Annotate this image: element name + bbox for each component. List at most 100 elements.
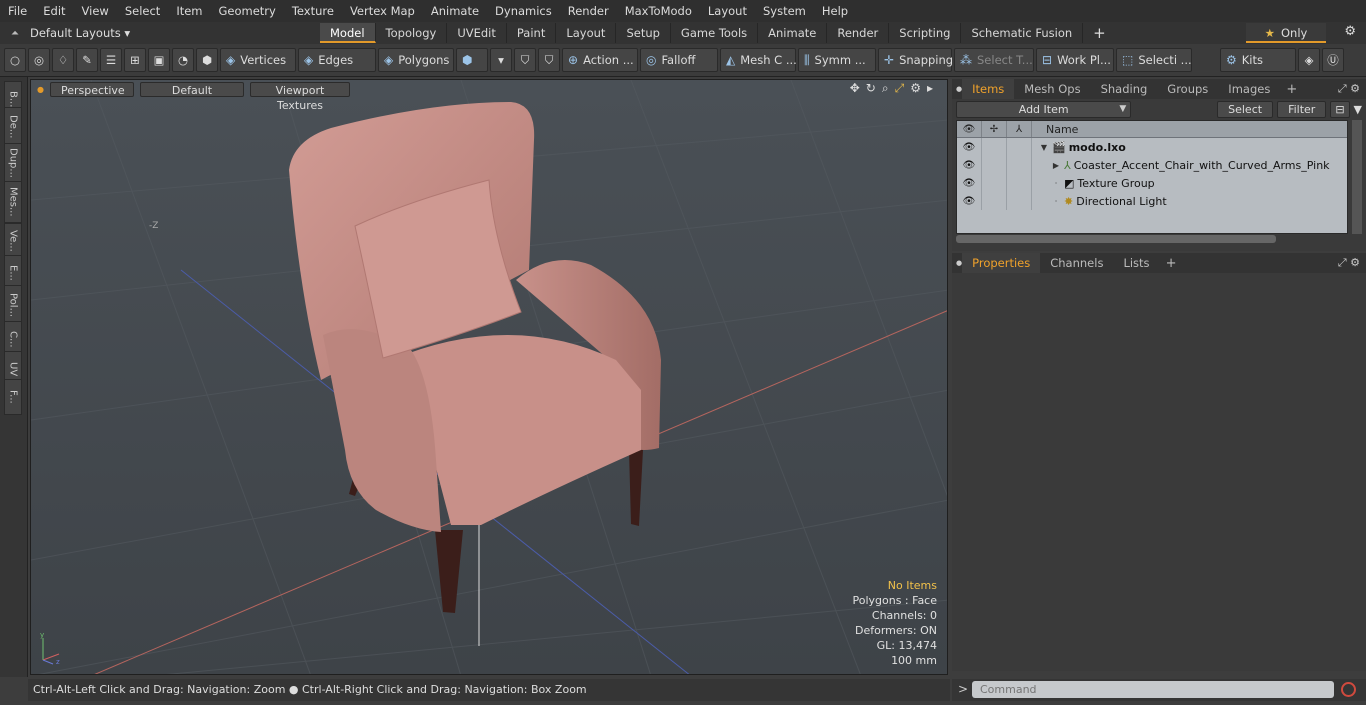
expand-arrow-icon[interactable]: ▶ — [1050, 161, 1062, 170]
eye-icon[interactable]: 👁 — [957, 156, 982, 174]
collapse-arrow-icon[interactable]: ⏶ — [0, 28, 30, 39]
tab-topology[interactable]: Topology — [376, 23, 448, 43]
align-icon[interactable]: ☰ — [100, 48, 122, 72]
viewport-gear-icon[interactable]: ⚙ — [910, 81, 921, 96]
tree-row-scene[interactable]: 👁 ▼ 🎬 modo.lxo — [957, 138, 1347, 156]
tab-uvedit[interactable]: UVEdit — [447, 23, 507, 43]
collapse-icon[interactable]: ⊟ — [1330, 100, 1350, 118]
filter-button[interactable]: Filter — [1277, 100, 1327, 118]
left-tab-vertex[interactable]: Ve... — [4, 223, 22, 259]
add-item-dropdown[interactable]: Add Item ▼ — [956, 100, 1132, 118]
viewport-textures-button[interactable]: Viewport Textures — [249, 81, 350, 112]
left-tab-deform[interactable]: De... — [4, 107, 22, 147]
snapping-button[interactable]: ✛ Snapping — [878, 48, 953, 72]
only-toggle[interactable]: ★ Only — [1246, 23, 1326, 43]
polygons-button[interactable]: ◈ Polygons — [378, 48, 454, 72]
tree-row-texture-group[interactable]: 👁 · ◩ Texture Group — [957, 174, 1347, 192]
tab-model[interactable]: Model — [320, 23, 376, 43]
menu-file[interactable]: File — [0, 0, 35, 22]
dropdown-arrow-icon[interactable]: ▾ — [490, 48, 512, 72]
item-mode-icon[interactable]: ⬢ — [196, 48, 218, 72]
tab-schematic-fusion[interactable]: Schematic Fusion — [961, 23, 1084, 43]
tab-properties[interactable]: Properties — [962, 253, 1041, 273]
eye-icon[interactable]: 👁 — [957, 192, 982, 210]
tab-animate[interactable]: Animate — [758, 23, 828, 43]
work-plane-button[interactable]: ⊟ Work Pl... — [1036, 48, 1114, 72]
tab-channels[interactable]: Channels — [1040, 253, 1113, 273]
layout-selector[interactable]: Default Layouts ▾ — [30, 26, 320, 40]
menu-maxtomodo[interactable]: MaxToModo — [617, 0, 700, 22]
add-panel-tab-button[interactable]: + — [1280, 82, 1303, 97]
tab-render[interactable]: Render — [827, 23, 890, 43]
tab-items[interactable]: Items — [962, 79, 1015, 99]
falloff-button[interactable]: ◎ Falloff — [640, 48, 718, 72]
3d-viewport[interactable]: -Z ● Perspective Default Viewport Textur… — [30, 79, 948, 675]
symmetry-button[interactable]: ⫼ Symm ... — [798, 48, 876, 72]
visibility-column-icon[interactable]: 👁 — [957, 121, 982, 137]
panel-expand-gear-icon[interactable]: ⤢ ⚙ — [1338, 82, 1360, 96]
menu-render[interactable]: Render — [560, 0, 617, 22]
viewport-menu-arrow-icon[interactable]: ▸ — [927, 81, 933, 96]
eye-icon[interactable]: 👁 — [957, 138, 982, 156]
tree-horizontal-scrollbar[interactable] — [956, 235, 1276, 243]
perspective-button[interactable]: Perspective — [49, 81, 134, 97]
tree-vertical-scrollbar[interactable] — [1352, 120, 1362, 234]
center-icon[interactable]: ⊞ — [124, 48, 146, 72]
left-tab-fusion[interactable]: F... — [4, 379, 22, 415]
circle-select-icon[interactable]: ○ — [4, 48, 26, 72]
menu-select[interactable]: Select — [117, 0, 168, 22]
menu-geometry[interactable]: Geometry — [211, 0, 284, 22]
type-column-icon[interactable]: ⅄ — [1007, 121, 1032, 137]
menu-help[interactable]: Help — [814, 0, 856, 22]
default-style-button[interactable]: Default — [139, 81, 244, 97]
left-tab-mesh-edit[interactable]: Mes... — [4, 181, 22, 223]
gear-icon[interactable]: ⚙ — [1344, 24, 1356, 39]
unity-icon[interactable]: ◈ — [1298, 48, 1320, 72]
menu-view[interactable]: View — [74, 0, 117, 22]
menu-edit[interactable]: Edit — [35, 0, 73, 22]
menu-vertex-map[interactable]: Vertex Map — [342, 0, 423, 22]
left-tab-duplicate[interactable]: Dup... — [4, 143, 22, 183]
left-tab-polygon[interactable]: Pol... — [4, 285, 22, 325]
panel-expand-gear-icon[interactable]: ⤢ ⚙ — [1338, 256, 1360, 270]
name-column-header[interactable]: Name — [1032, 121, 1347, 137]
tab-lists[interactable]: Lists — [1113, 253, 1159, 273]
tab-shading[interactable]: Shading — [1091, 79, 1158, 99]
selection-sets-button[interactable]: ⬚ Selecti ... — [1116, 48, 1192, 72]
command-input[interactable] — [972, 681, 1334, 698]
edges-button[interactable]: ◈ Edges — [298, 48, 376, 72]
element-icon[interactable]: ▣ — [148, 48, 170, 72]
tab-mesh-ops[interactable]: Mesh Ops — [1014, 79, 1090, 99]
shield-icon[interactable]: ⛉ — [538, 48, 560, 72]
timer-icon[interactable]: ◔ — [172, 48, 194, 72]
tab-layout[interactable]: Layout — [556, 23, 617, 43]
record-icon[interactable] — [1341, 682, 1356, 697]
tab-images[interactable]: Images — [1218, 79, 1280, 99]
select-through-button[interactable]: ⁂ Select T... — [954, 48, 1034, 72]
menu-animate[interactable]: Animate — [423, 0, 487, 22]
unreal-icon[interactable]: Ⓤ — [1322, 48, 1344, 72]
action-center-button[interactable]: ⊕ Action ... — [562, 48, 638, 72]
funnel-icon[interactable]: ▼ — [1354, 103, 1362, 116]
expand-arrow-icon[interactable]: ▼ — [1038, 143, 1050, 152]
menu-system[interactable]: System — [755, 0, 814, 22]
tree-row-light[interactable]: 👁 · ✸ Directional Light — [957, 192, 1347, 210]
add-tab-button[interactable]: + — [1083, 23, 1116, 43]
move-view-icon[interactable]: ✥ — [850, 81, 860, 96]
tab-game-tools[interactable]: Game Tools — [671, 23, 759, 43]
lock-column-icon[interactable]: ✢ — [982, 121, 1007, 137]
menu-item[interactable]: Item — [168, 0, 210, 22]
menu-layout[interactable]: Layout — [700, 0, 755, 22]
add-panel-tab-button[interactable]: + — [1160, 256, 1183, 271]
kits-button[interactable]: ⚙ Kits — [1220, 48, 1296, 72]
eye-icon[interactable]: 👁 — [957, 174, 982, 192]
select-button[interactable]: Select — [1217, 100, 1274, 118]
brush-icon[interactable]: ✎ — [76, 48, 98, 72]
tab-setup[interactable]: Setup — [616, 23, 671, 43]
mesh-constraint-button[interactable]: ◭ Mesh C ... — [720, 48, 797, 72]
symmetry-shield-icon[interactable]: ⛉ — [514, 48, 536, 72]
zoom-view-icon[interactable]: ⌕ — [882, 81, 889, 96]
pen-icon[interactable]: ♢ — [52, 48, 74, 72]
menu-dynamics[interactable]: Dynamics — [487, 0, 560, 22]
menu-texture[interactable]: Texture — [284, 0, 342, 22]
